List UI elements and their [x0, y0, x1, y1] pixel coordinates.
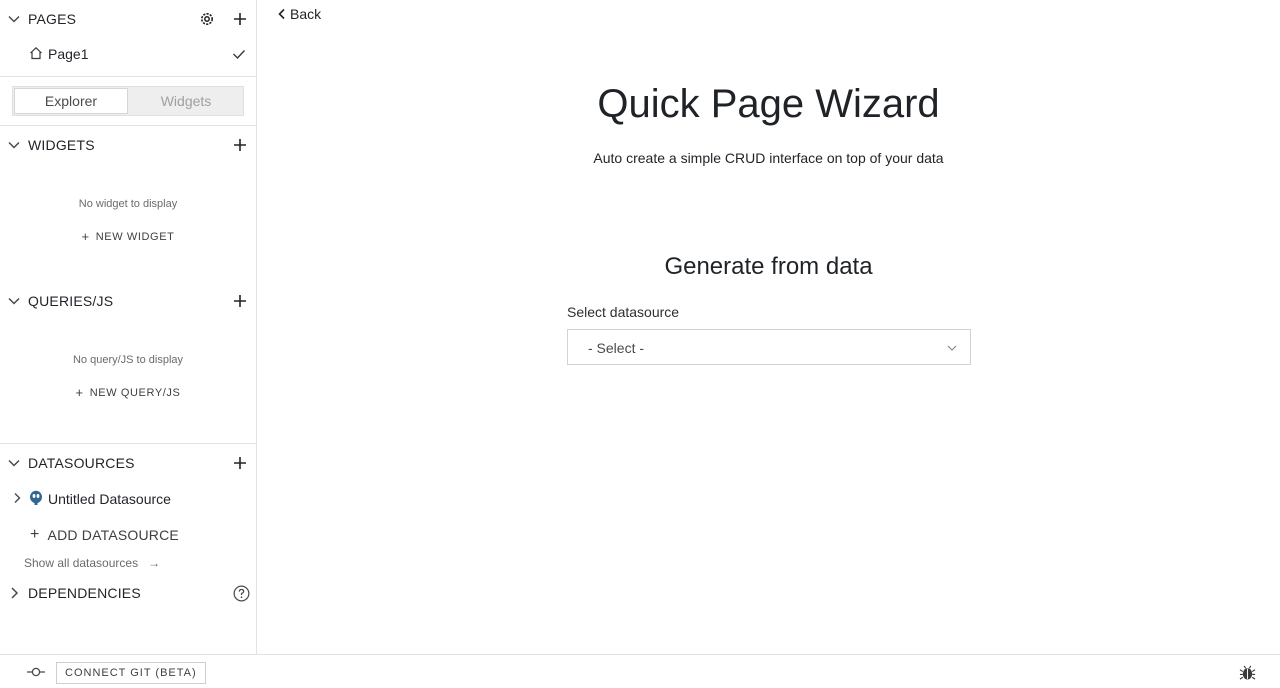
datasource-name: Untitled Datasource — [48, 491, 171, 507]
git-commit-icon — [27, 667, 45, 677]
chevron-left-icon — [278, 8, 285, 20]
tab-widgets[interactable]: Widgets — [129, 88, 243, 114]
gear-icon[interactable] — [199, 11, 215, 27]
dependencies-section-header[interactable]: DEPENDENCIES — [0, 579, 256, 607]
explorer-sidebar: PAGES Page1 Explorer Widgets WIDGETS No … — [0, 0, 257, 654]
datasources-section-header[interactable]: DATASOURCES — [0, 449, 256, 477]
add-query-icon[interactable] — [232, 293, 248, 309]
plus-icon: + — [75, 385, 84, 400]
datasource-item[interactable]: Untitled Datasource — [0, 488, 256, 510]
page-title: Quick Page Wizard — [597, 82, 940, 126]
check-icon — [233, 50, 246, 60]
widgets-title: WIDGETS — [28, 137, 95, 153]
select-value: - Select - — [588, 340, 645, 356]
explorer-widgets-toggle: Explorer Widgets — [12, 86, 244, 116]
page-item-page1[interactable]: Page1 — [0, 42, 256, 68]
chevron-down-icon[interactable] — [7, 294, 21, 308]
generate-from-data-title: Generate from data — [664, 253, 873, 280]
chevron-right-icon[interactable] — [7, 586, 21, 600]
help-icon[interactable] — [233, 585, 250, 602]
page-name: Page1 — [48, 46, 89, 62]
divider — [0, 443, 256, 444]
add-datasource-icon[interactable] — [232, 455, 248, 471]
divider — [0, 76, 256, 77]
home-icon — [30, 46, 42, 60]
chevron-down-icon[interactable] — [7, 456, 21, 470]
connect-git-button[interactable]: CONNECT GIT (BETA) — [56, 662, 206, 684]
select-datasource-label: Select datasource — [567, 304, 680, 320]
chevron-down-icon[interactable] — [7, 138, 21, 152]
add-widget-icon[interactable] — [232, 137, 248, 153]
show-all-label: Show all datasources — [24, 556, 139, 570]
pages-section-header[interactable]: PAGES — [0, 5, 256, 33]
queries-title: QUERIES/JS — [28, 293, 114, 309]
tab-explorer[interactable]: Explorer — [14, 88, 128, 114]
back-label: Back — [290, 6, 322, 22]
new-widget-label: NEW WIDGET — [95, 230, 175, 243]
new-query-label: NEW QUERY/JS — [89, 386, 181, 399]
new-query-button[interactable]: + NEW QUERY/JS — [0, 385, 256, 400]
new-widget-button[interactable]: + NEW WIDGET — [0, 229, 256, 244]
add-datasource-label: ADD DATASOURCE — [47, 527, 179, 543]
add-page-icon[interactable] — [232, 11, 248, 27]
plus-icon: + — [30, 526, 40, 543]
show-all-datasources-link[interactable]: Show all datasources → — [24, 556, 160, 570]
queries-section-header[interactable]: QUERIES/JS — [0, 287, 256, 315]
chevron-right-icon[interactable] — [11, 492, 23, 504]
queries-empty-text: No query/JS to display — [72, 354, 184, 366]
page-subtitle: Auto create a simple CRUD interface on t… — [593, 150, 944, 166]
datasources-title: DATASOURCES — [28, 455, 135, 471]
pages-title: PAGES — [28, 11, 77, 27]
bug-icon[interactable] — [1239, 664, 1256, 681]
chevron-down-icon[interactable] — [7, 12, 21, 26]
plus-icon: + — [81, 229, 90, 244]
chevron-down-icon — [947, 345, 957, 351]
add-datasource-button[interactable]: + ADD DATASOURCE — [30, 526, 179, 544]
bottom-bar: CONNECT GIT (BETA) — [0, 654, 1280, 688]
arrow-right-icon: → — [148, 556, 161, 570]
postgres-icon — [30, 490, 42, 505]
datasource-select[interactable]: - Select - — [567, 329, 971, 365]
dependencies-title: DEPENDENCIES — [28, 585, 141, 601]
divider — [0, 125, 256, 126]
widgets-section-header[interactable]: WIDGETS — [0, 131, 256, 159]
widgets-empty-text: No widget to display — [78, 198, 178, 210]
back-button[interactable]: Back — [277, 6, 321, 22]
